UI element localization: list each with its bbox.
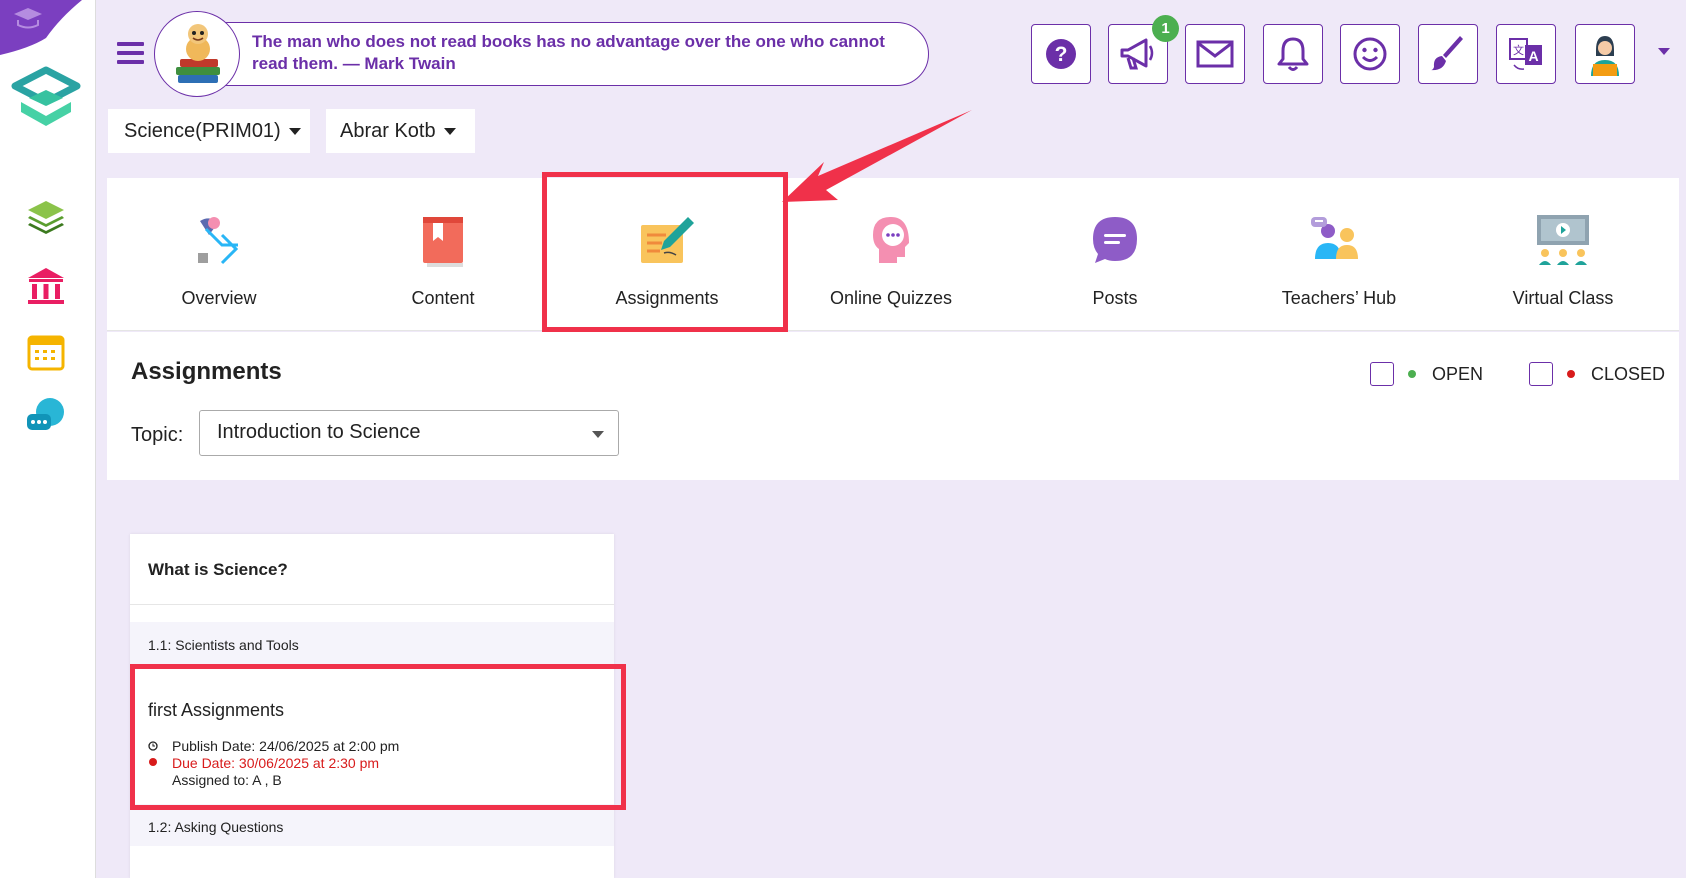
translate-icon: A文 — [1509, 38, 1542, 70]
bookworm-mascot-icon — [154, 11, 240, 97]
assignment-item-highlight — [130, 664, 626, 810]
page-title: Assignments — [131, 358, 282, 385]
teacher-selector-label: Abrar Kotb — [340, 119, 436, 142]
quote-banner: The man who does not read books has no a… — [154, 11, 930, 97]
virtual-class-icon — [1537, 215, 1589, 265]
profile-button[interactable] — [1575, 24, 1635, 84]
sidebar — [0, 0, 96, 878]
smiley-icon — [1353, 37, 1387, 71]
chevron-down-icon — [288, 127, 301, 135]
closed-status-dot — [1567, 370, 1575, 378]
profile-dropdown-caret-icon[interactable] — [1658, 48, 1670, 55]
closed-filter: CLOSED — [1529, 362, 1665, 386]
course-selector[interactable]: Science(PRIM01) — [108, 109, 310, 153]
svg-text:?: ? — [1055, 43, 1068, 66]
chevron-down-icon — [443, 127, 456, 135]
open-filter: OPEN — [1370, 362, 1483, 386]
svg-text:A: A — [1528, 48, 1538, 64]
overview-icon — [198, 217, 239, 265]
open-filter-checkbox[interactable] — [1370, 362, 1394, 386]
teachers-hub-icon — [1311, 217, 1358, 259]
megaphone-icon — [1120, 38, 1154, 70]
calendar-icon[interactable] — [25, 331, 67, 373]
tab-posts[interactable]: Posts — [1003, 178, 1227, 331]
tab-content[interactable]: Content — [331, 178, 555, 331]
app-logo-icon[interactable] — [11, 66, 81, 132]
tab-teachers-hub[interactable]: Teachers’ Hub — [1227, 178, 1451, 331]
theme-button[interactable] — [1418, 24, 1478, 84]
quiz-icon — [873, 217, 909, 263]
notifications-button[interactable] — [1263, 24, 1323, 84]
assignments-tab-highlight — [542, 172, 788, 332]
tab-overview[interactable]: Overview — [107, 178, 331, 331]
question-icon: ? — [1046, 39, 1076, 69]
chevron-down-icon — [592, 431, 604, 438]
topic-select-value: Introduction to Science — [217, 421, 421, 443]
topic-label: Topic: — [131, 424, 184, 446]
card-title: What is Science? — [148, 560, 288, 579]
breadcrumb-separator — [310, 109, 326, 153]
chat-bubble-icon — [1093, 217, 1137, 263]
bell-icon — [1277, 37, 1309, 71]
brush-icon — [1431, 36, 1463, 71]
closed-filter-checkbox[interactable] — [1529, 362, 1553, 386]
annotation-arrow-icon — [782, 110, 972, 202]
assignments-panel: Assignments OPEN CLOSED Topic: Introduct… — [107, 332, 1679, 480]
svg-text:文: 文 — [1513, 43, 1524, 57]
notification-count-badge: 1 — [1152, 15, 1179, 42]
open-status-dot — [1408, 370, 1416, 378]
section-header: 1.2: Asking Questions — [130, 804, 614, 846]
teacher-selector[interactable]: Abrar Kotb — [326, 109, 475, 153]
tab-virtual-class[interactable]: Virtual Class — [1451, 178, 1675, 331]
user-avatar-icon — [1591, 36, 1619, 76]
tab-label: Online Quizzes — [829, 288, 953, 308]
graduation-cap-icon — [0, 0, 82, 55]
tab-label: Overview — [181, 288, 257, 308]
divider — [130, 604, 614, 605]
envelope-icon — [1196, 40, 1234, 68]
institution-icon[interactable] — [25, 265, 67, 307]
topic-select[interactable]: Introduction to Science — [199, 410, 619, 456]
quote-text: The man who does not read books has no a… — [252, 32, 885, 73]
tab-label: Virtual Class — [1512, 288, 1614, 308]
help-button[interactable]: ? — [1031, 24, 1091, 84]
tab-label: Teachers’ Hub — [1281, 288, 1397, 308]
open-filter-label: OPEN — [1432, 363, 1484, 384]
menu-toggle-icon[interactable] — [117, 42, 144, 66]
messages-button[interactable] — [1185, 24, 1245, 84]
messages-chat-icon[interactable] — [25, 395, 67, 437]
closed-filter-label: CLOSED — [1591, 363, 1666, 384]
language-button[interactable]: A文 — [1496, 24, 1556, 84]
section-header: 1.1: Scientists and Tools — [130, 622, 614, 664]
tab-label: Content — [411, 288, 475, 308]
course-selector-label: Science(PRIM01) — [124, 119, 281, 142]
tab-label: Posts — [1092, 288, 1138, 308]
feedback-button[interactable] — [1340, 24, 1400, 84]
book-icon — [423, 217, 463, 267]
layers-icon[interactable] — [25, 196, 67, 238]
